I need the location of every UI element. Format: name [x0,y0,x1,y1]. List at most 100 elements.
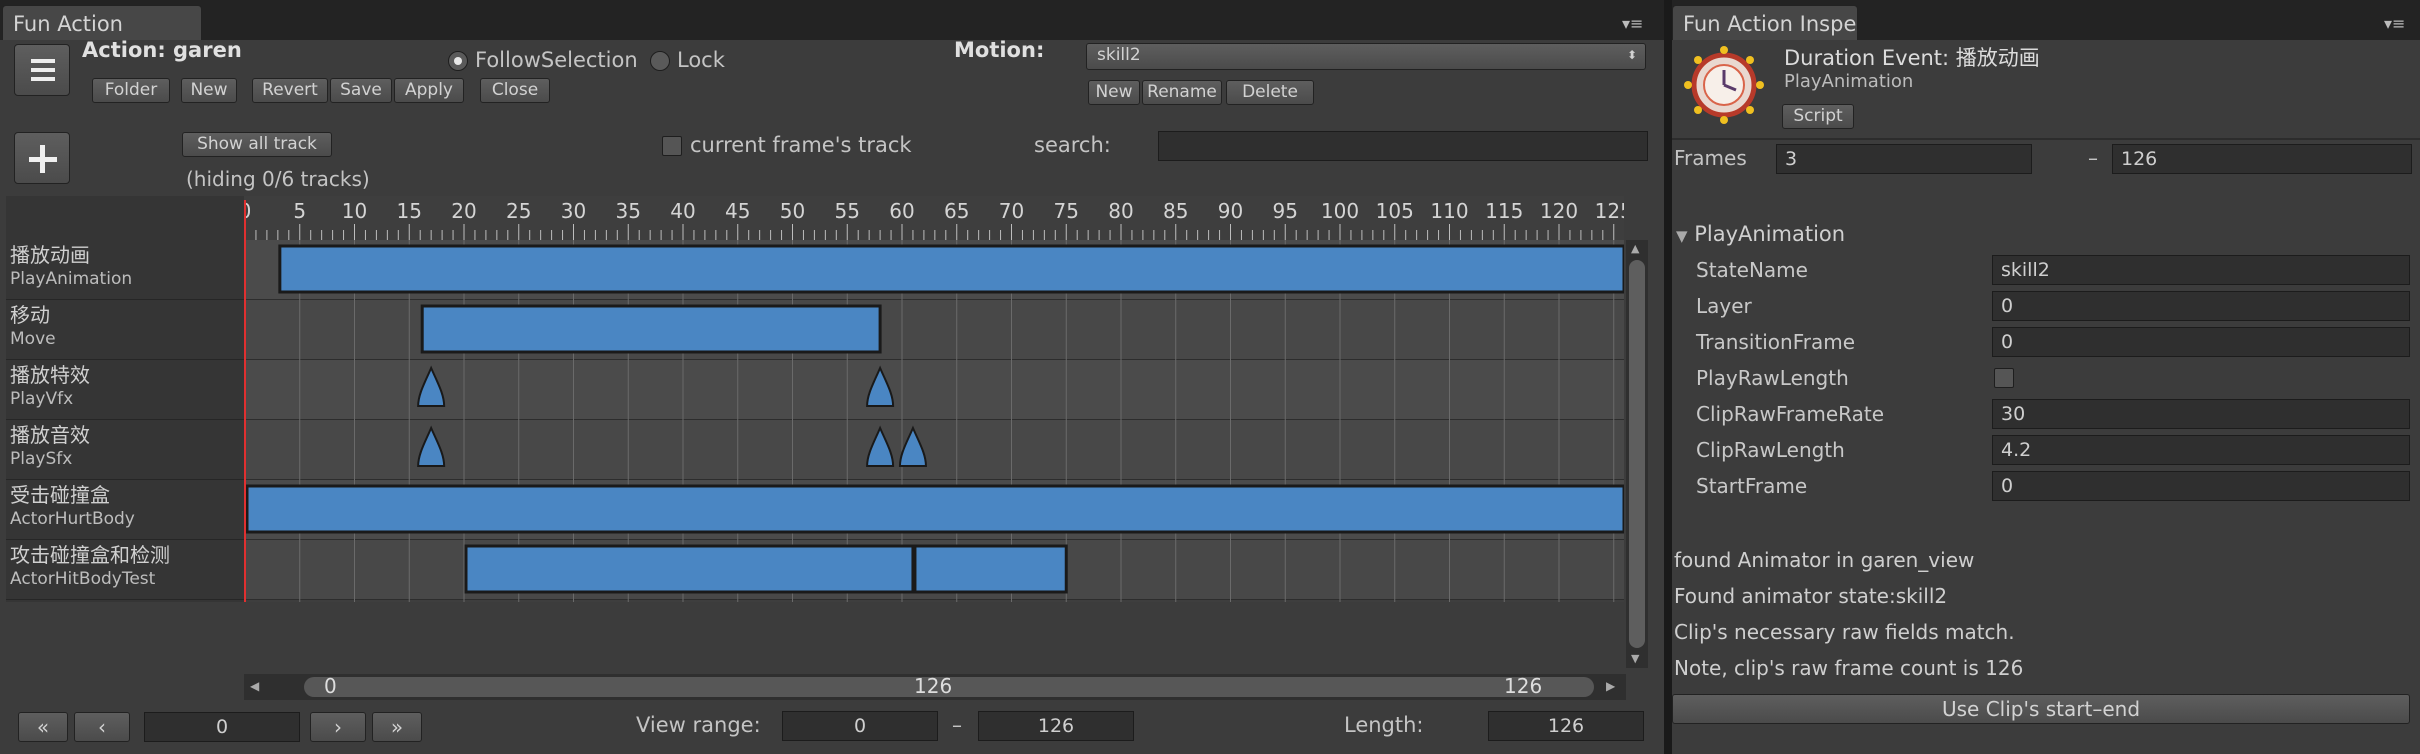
track-label-playsfx[interactable]: 播放音效 PlaySfx [10,422,90,470]
add-track-button[interactable] [14,132,70,184]
current-frame-input[interactable]: 0 [144,712,300,742]
hscroll-left-value: 0 [324,674,337,698]
duration-event[interactable] [245,484,1624,534]
track-label-move[interactable]: 移动 Move [10,302,56,350]
prop-value-input[interactable]: 0 [1992,327,2410,357]
track-name-cn: 受击碰撞盒 [10,483,110,507]
track-label-playanimation[interactable]: 播放动画 PlayAnimation [10,242,132,290]
hiding-tracks-text: (hiding 0/6 tracks) [186,167,370,191]
timeline-ruler[interactable]: 0 5 10 15 20 25 30 35 40 45 50 55 60 65 70 75 80 85 90 95 10… [244,196,1624,240]
search-label: search: [1034,133,1111,157]
track-label-actorhitbodytest[interactable]: 攻击碰撞盒和检测 ActorHitBodyTest [10,542,170,590]
vertical-scroll-thumb[interactable] [1629,260,1645,648]
prop-label: ClipRawLength [1696,438,1845,462]
scroll-left-icon[interactable]: ◀ [250,679,259,693]
track-name-en: PlaySfx [10,449,73,469]
ruler-label: 100 [1321,199,1359,223]
hscroll-mid-value: 126 [914,674,953,698]
tab-fun-action[interactable]: Fun Action [2,5,202,40]
ruler-label: 85 [1163,199,1188,223]
follow-selection-radio[interactable] [448,51,468,71]
clock-badge-icon [1684,46,1764,124]
tab-fun-action-inspector[interactable]: Fun Action Inspe [1672,5,1858,40]
script-button[interactable]: Script [1782,104,1854,129]
view-range-dash: – [952,713,962,737]
lock-radio[interactable] [650,51,670,71]
length-input[interactable]: 126 [1488,711,1644,741]
inspector-message-4: Note, clip's raw frame count is 126 [1674,656,2024,680]
section-header[interactable]: ▼ PlayAnimation [1676,222,1845,246]
prop-value-input[interactable]: 0 [1992,471,2410,501]
close-button[interactable]: Close [480,78,550,103]
ruler-label: 115 [1485,199,1523,223]
track-name-cn: 播放动画 [10,243,90,267]
duration-event[interactable] [464,544,915,594]
ruler-label: 50 [780,199,805,223]
triangle-down-icon: ▼ [1676,227,1688,245]
show-all-track-button[interactable]: Show all track [182,132,332,157]
new-button[interactable]: New [181,78,237,103]
dropdown-arrows-icon: ⬍ [1626,48,1637,62]
track-label-playvfx[interactable]: 播放特效 PlayVfx [10,362,90,410]
track-row [244,360,1624,420]
view-range-start-input[interactable]: 0 [782,711,938,741]
horizontal-scrollbar[interactable]: ◀ 0 126 126 ▶ [244,674,1626,700]
apply-button[interactable]: Apply [394,78,464,103]
prop-value-input[interactable]: 0 [1992,291,2410,321]
play-raw-length-checkbox[interactable] [1994,368,2014,388]
menu-button[interactable] [14,44,70,96]
duration-event[interactable] [278,244,1624,294]
scroll-down-icon[interactable]: ▼ [1631,652,1639,665]
event-type: PlayAnimation [1784,71,1914,92]
track-label-separator [6,479,244,480]
prop-value-input[interactable]: skill2 [1992,255,2410,285]
timeline-empty-area [244,600,1624,602]
ruler-label: 70 [999,199,1024,223]
track-name-en: ActorHitBodyTest [10,569,156,589]
frames-start-input[interactable]: 3 [1776,144,2032,174]
revert-button[interactable]: Revert [252,78,328,103]
prop-label: PlayRawLength [1696,366,1849,390]
track-label-separator [6,539,244,540]
section-title: PlayAnimation [1694,222,1846,246]
view-range-end-input[interactable]: 126 [978,711,1134,741]
window-divider[interactable] [1664,0,1672,754]
duration-event[interactable] [913,544,1068,594]
last-frame-button[interactable]: » [372,712,422,742]
ruler-label: 60 [889,199,914,223]
prop-value-input[interactable]: 30 [1992,399,2410,429]
prop-value-input[interactable]: 4.2 [1992,435,2410,465]
use-clip-start-end-button[interactable]: Use Clip's start–end [1672,694,2410,724]
vertical-scrollbar[interactable]: ▲ ▼ [1626,240,1648,668]
prev-frame-button[interactable]: ‹ [74,712,130,742]
track-label-separator [6,359,244,360]
folder-button[interactable]: Folder [92,78,170,103]
window-menu-icon[interactable]: ▾≡ [1622,14,1643,33]
ruler-label: 20 [451,199,476,223]
motion-delete-button[interactable]: Delete [1226,80,1314,105]
scroll-up-icon[interactable]: ▲ [1631,242,1639,255]
motion-new-button[interactable]: New [1088,80,1140,105]
next-frame-button[interactable]: › [310,712,366,742]
motion-rename-button[interactable]: Rename [1142,80,1222,105]
first-frame-button[interactable]: « [18,712,68,742]
timeline-grid[interactable] [244,240,1624,602]
duration-event[interactable] [420,304,882,354]
event-title: Duration Event: 播放动画 [1784,46,2040,70]
motion-dropdown[interactable]: skill2 ⬍ [1086,43,1646,70]
ruler-label: 120 [1540,199,1578,223]
scroll-right-icon[interactable]: ▶ [1606,679,1615,693]
search-input[interactable] [1158,131,1648,161]
ruler-label: 55 [835,199,860,223]
inspector-menu-icon[interactable]: ▾≡ [2384,14,2405,33]
motion-value: skill2 [1097,45,1141,65]
ruler-label: 5 [293,199,306,223]
frames-end-input[interactable]: 126 [2112,144,2412,174]
chevron-left-icon: ‹ [98,715,106,739]
current-frame-track-checkbox[interactable] [662,136,682,156]
lock-label: Lock [677,48,725,72]
ruler-label: 15 [397,199,422,223]
track-label-actorhurtbody[interactable]: 受击碰撞盒 ActorHurtBody [10,482,135,530]
track-name-cn: 播放特效 [10,363,90,387]
save-button[interactable]: Save [330,78,392,103]
